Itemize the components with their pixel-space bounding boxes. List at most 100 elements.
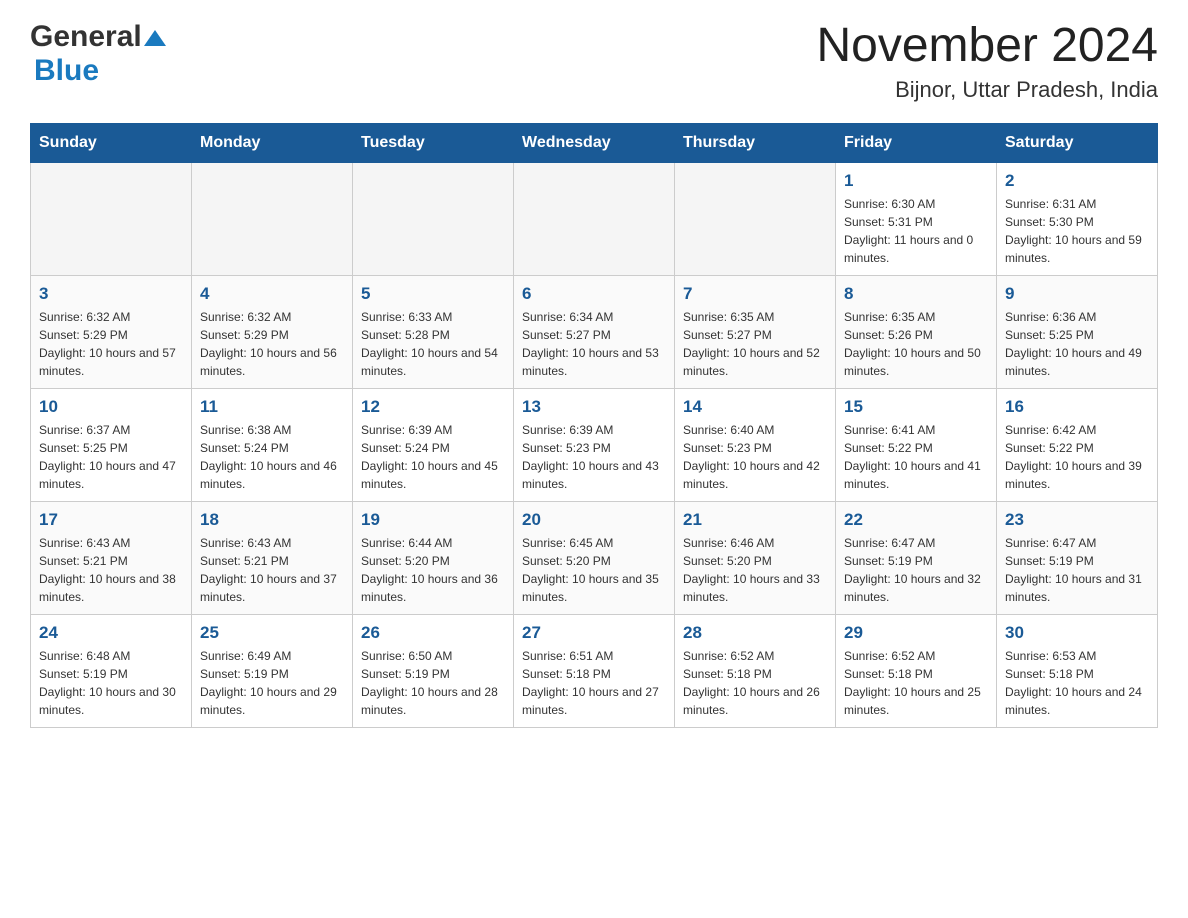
- day-number: 8: [844, 284, 988, 304]
- logo: General Blue: [30, 20, 166, 88]
- day-info: Sunrise: 6:35 AMSunset: 5:27 PMDaylight:…: [683, 308, 827, 380]
- calendar-cell: [514, 162, 675, 275]
- day-number: 15: [844, 397, 988, 417]
- day-info: Sunrise: 6:47 AMSunset: 5:19 PMDaylight:…: [844, 534, 988, 606]
- calendar-cell: 4 Sunrise: 6:32 AMSunset: 5:29 PMDaylight…: [192, 275, 353, 388]
- week-row-4: 17 Sunrise: 6:43 AMSunset: 5:21 PMDayligh…: [31, 501, 1158, 614]
- calendar-cell: [353, 162, 514, 275]
- day-number: 5: [361, 284, 505, 304]
- calendar-cell: 25 Sunrise: 6:49 AMSunset: 5:19 PMDayligh…: [192, 614, 353, 727]
- day-info: Sunrise: 6:52 AMSunset: 5:18 PMDaylight:…: [844, 647, 988, 719]
- day-info: Sunrise: 6:42 AMSunset: 5:22 PMDaylight:…: [1005, 421, 1149, 493]
- calendar-cell: 23Sunrise: 6:47 AMSunset: 5:19 PMDayligh…: [997, 501, 1158, 614]
- day-info: Sunrise: 6:39 AMSunset: 5:23 PMDaylight:…: [522, 421, 666, 493]
- day-number: 30: [1005, 623, 1149, 643]
- calendar-cell: 1 Sunrise: 6:30 AMSunset: 5:31 PMDaylight…: [836, 162, 997, 275]
- day-number: 19: [361, 510, 505, 530]
- day-info: Sunrise: 6:40 AMSunset: 5:23 PMDaylight:…: [683, 421, 827, 493]
- day-info: Sunrise: 6:50 AMSunset: 5:19 PMDaylight:…: [361, 647, 505, 719]
- calendar-cell: 10 Sunrise: 6:37 AMSunset: 5:25 PMDayligh…: [31, 388, 192, 501]
- day-number: 1: [844, 171, 988, 191]
- calendar-cell: 19Sunrise: 6:44 AMSunset: 5:20 PMDayligh…: [353, 501, 514, 614]
- day-number: 6: [522, 284, 666, 304]
- day-info: Sunrise: 6:43 AMSunset: 5:21 PMDaylight:…: [39, 534, 183, 606]
- day-info: Sunrise: 6:33 AMSunset: 5:28 PMDaylight:…: [361, 308, 505, 380]
- calendar-cell: 12 Sunrise: 6:39 AMSunset: 5:24 PMDayligh…: [353, 388, 514, 501]
- day-number: 24: [39, 623, 183, 643]
- logo-general-text: General: [30, 20, 142, 54]
- day-header-sunday: Sunday: [31, 123, 192, 162]
- calendar-cell: [675, 162, 836, 275]
- calendar-cell: 16Sunrise: 6:42 AMSunset: 5:22 PMDayligh…: [997, 388, 1158, 501]
- calendar-table: SundayMondayTuesdayWednesdayThursdayFrid…: [30, 123, 1158, 728]
- day-number: 12: [361, 397, 505, 417]
- calendar-cell: 29 Sunrise: 6:52 AMSunset: 5:18 PMDayligh…: [836, 614, 997, 727]
- day-header-friday: Friday: [836, 123, 997, 162]
- day-info: Sunrise: 6:38 AMSunset: 5:24 PMDaylight:…: [200, 421, 344, 493]
- day-info: Sunrise: 6:34 AMSunset: 5:27 PMDaylight:…: [522, 308, 666, 380]
- logo-blue-text: Blue: [34, 54, 99, 87]
- day-number: 28: [683, 623, 827, 643]
- calendar-cell: [192, 162, 353, 275]
- title-area: November 2024 Bijnor, Uttar Pradesh, Ind…: [816, 20, 1158, 103]
- logo-triangle-icon: [144, 28, 166, 48]
- day-info: Sunrise: 6:41 AMSunset: 5:22 PMDaylight:…: [844, 421, 988, 493]
- day-number: 20: [522, 510, 666, 530]
- calendar-title: November 2024: [816, 20, 1158, 73]
- day-info: Sunrise: 6:49 AMSunset: 5:19 PMDaylight:…: [200, 647, 344, 719]
- calendar-cell: 18 Sunrise: 6:43 AMSunset: 5:21 PMDayligh…: [192, 501, 353, 614]
- day-info: Sunrise: 6:47 AMSunset: 5:19 PMDaylight:…: [1005, 534, 1149, 606]
- day-number: 9: [1005, 284, 1149, 304]
- day-number: 18: [200, 510, 344, 530]
- day-number: 17: [39, 510, 183, 530]
- day-info: Sunrise: 6:48 AMSunset: 5:19 PMDaylight:…: [39, 647, 183, 719]
- calendar-cell: 26 Sunrise: 6:50 AMSunset: 5:19 PMDayligh…: [353, 614, 514, 727]
- day-info: Sunrise: 6:46 AMSunset: 5:20 PMDaylight:…: [683, 534, 827, 606]
- day-info: Sunrise: 6:35 AMSunset: 5:26 PMDaylight:…: [844, 308, 988, 380]
- week-row-5: 24 Sunrise: 6:48 AMSunset: 5:19 PMDayligh…: [31, 614, 1158, 727]
- day-info: Sunrise: 6:53 AMSunset: 5:18 PMDaylight:…: [1005, 647, 1149, 719]
- day-info: Sunrise: 6:30 AMSunset: 5:31 PMDaylight:…: [844, 195, 988, 267]
- day-info: Sunrise: 6:45 AMSunset: 5:20 PMDaylight:…: [522, 534, 666, 606]
- day-header-monday: Monday: [192, 123, 353, 162]
- day-number: 29: [844, 623, 988, 643]
- calendar-cell: 3 Sunrise: 6:32 AMSunset: 5:29 PMDaylight…: [31, 275, 192, 388]
- day-info: Sunrise: 6:37 AMSunset: 5:25 PMDaylight:…: [39, 421, 183, 493]
- day-number: 11: [200, 397, 344, 417]
- day-info: Sunrise: 6:31 AMSunset: 5:30 PMDaylight:…: [1005, 195, 1149, 267]
- day-header-saturday: Saturday: [997, 123, 1158, 162]
- calendar-cell: 5 Sunrise: 6:33 AMSunset: 5:28 PMDaylight…: [353, 275, 514, 388]
- day-header-tuesday: Tuesday: [353, 123, 514, 162]
- calendar-cell: 15 Sunrise: 6:41 AMSunset: 5:22 PMDayligh…: [836, 388, 997, 501]
- calendar-subtitle: Bijnor, Uttar Pradesh, India: [816, 77, 1158, 103]
- week-row-1: 1 Sunrise: 6:30 AMSunset: 5:31 PMDaylight…: [31, 162, 1158, 275]
- calendar-cell: 30 Sunrise: 6:53 AMSunset: 5:18 PMDayligh…: [997, 614, 1158, 727]
- calendar-cell: 11 Sunrise: 6:38 AMSunset: 5:24 PMDayligh…: [192, 388, 353, 501]
- day-info: Sunrise: 6:51 AMSunset: 5:18 PMDaylight:…: [522, 647, 666, 719]
- calendar-cell: 14 Sunrise: 6:40 AMSunset: 5:23 PMDayligh…: [675, 388, 836, 501]
- day-number: 10: [39, 397, 183, 417]
- day-number: 3: [39, 284, 183, 304]
- day-number: 4: [200, 284, 344, 304]
- day-header-wednesday: Wednesday: [514, 123, 675, 162]
- day-number: 22: [844, 510, 988, 530]
- calendar-cell: 8 Sunrise: 6:35 AMSunset: 5:26 PMDaylight…: [836, 275, 997, 388]
- calendar-cell: [31, 162, 192, 275]
- calendar-cell: 28 Sunrise: 6:52 AMSunset: 5:18 PMDayligh…: [675, 614, 836, 727]
- calendar-cell: 17 Sunrise: 6:43 AMSunset: 5:21 PMDayligh…: [31, 501, 192, 614]
- day-info: Sunrise: 6:52 AMSunset: 5:18 PMDaylight:…: [683, 647, 827, 719]
- day-info: Sunrise: 6:36 AMSunset: 5:25 PMDaylight:…: [1005, 308, 1149, 380]
- calendar-cell: 6 Sunrise: 6:34 AMSunset: 5:27 PMDaylight…: [514, 275, 675, 388]
- day-number: 26: [361, 623, 505, 643]
- calendar-cell: 13 Sunrise: 6:39 AMSunset: 5:23 PMDayligh…: [514, 388, 675, 501]
- day-number: 13: [522, 397, 666, 417]
- day-number: 25: [200, 623, 344, 643]
- week-row-2: 3 Sunrise: 6:32 AMSunset: 5:29 PMDaylight…: [31, 275, 1158, 388]
- day-info: Sunrise: 6:32 AMSunset: 5:29 PMDaylight:…: [39, 308, 183, 380]
- day-info: Sunrise: 6:39 AMSunset: 5:24 PMDaylight:…: [361, 421, 505, 493]
- page-header: General Blue November 2024 Bijnor, Uttar…: [30, 20, 1158, 103]
- day-number: 2: [1005, 171, 1149, 191]
- day-info: Sunrise: 6:32 AMSunset: 5:29 PMDaylight:…: [200, 308, 344, 380]
- day-number: 14: [683, 397, 827, 417]
- day-info: Sunrise: 6:43 AMSunset: 5:21 PMDaylight:…: [200, 534, 344, 606]
